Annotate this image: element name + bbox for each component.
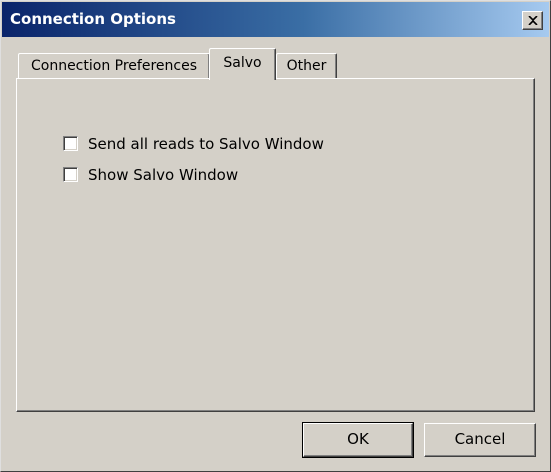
- show-salvo-window-label[interactable]: Show Salvo Window: [88, 165, 238, 185]
- connection-options-dialog: Connection Options Connection Preference…: [0, 0, 551, 472]
- close-icon: [528, 16, 538, 25]
- salvo-tab-page: Send all reads to Salvo Window Show Salv…: [16, 78, 535, 412]
- tab-salvo[interactable]: Salvo: [209, 48, 276, 80]
- send-all-reads-label[interactable]: Send all reads to Salvo Window: [88, 134, 324, 154]
- tab-other[interactable]: Other: [276, 53, 337, 79]
- tab-label: Salvo: [223, 55, 262, 71]
- show-salvo-window-checkbox[interactable]: [63, 167, 78, 182]
- title-bar[interactable]: Connection Options: [2, 2, 549, 37]
- tab-label: Connection Preferences: [30, 58, 197, 74]
- tab-connection-preferences[interactable]: Connection Preferences: [18, 53, 210, 79]
- dialog-title: Connection Options: [10, 10, 176, 28]
- tab-label: Other: [286, 58, 327, 74]
- cancel-button-label: Cancel: [454, 430, 506, 448]
- ok-button-label: OK: [347, 430, 369, 448]
- ok-button[interactable]: OK: [302, 422, 414, 458]
- cancel-button[interactable]: Cancel: [424, 423, 536, 457]
- send-all-reads-checkbox[interactable]: [63, 136, 78, 151]
- close-button[interactable]: [522, 11, 543, 30]
